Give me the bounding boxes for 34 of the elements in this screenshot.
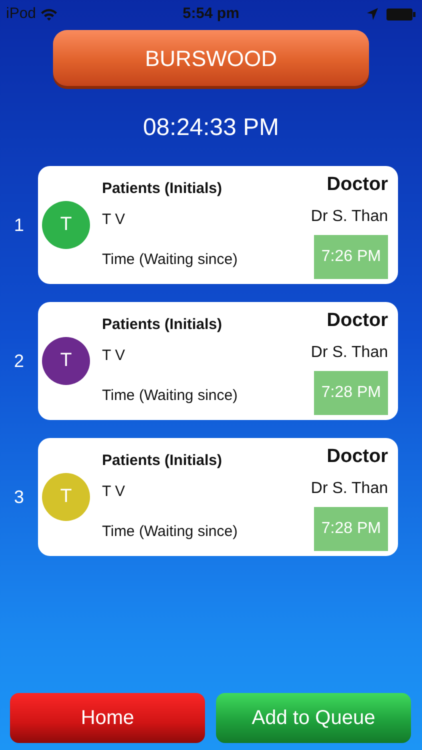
queue-card[interactable]: T Patients (Initials) T V Time (Waiting since) Doctor Dr S. Than 7:26 PM [38,166,398,284]
doctor-name: Dr S. Than [310,207,388,228]
queue-number: 2 [12,350,25,372]
time-label: Time (Waiting since) [102,250,239,270]
doctor-name: Dr S. Than [310,479,388,500]
doctor-label: Doctor [326,444,388,469]
wifi-icon [40,8,58,20]
avatar-circle: T [42,473,90,521]
patient-label: Patients (Initials) [102,179,224,200]
queue-card[interactable]: T Patients (Initials) T V Time (Waiting since) Doctor Dr S. Than 7:28 PM [38,438,398,556]
queue-number: 1 [12,214,25,236]
doctor-label: Doctor [326,172,388,197]
battery-icon [386,8,416,20]
doctor-name: Dr S. Than [310,343,388,364]
avatar-circle: T [42,201,90,249]
patient-label: Patients (Initials) [102,315,224,336]
location-arrow-icon [367,8,378,20]
waiting-time: 7:28 PM [314,507,388,552]
doctor-label: Doctor [326,308,388,333]
patient-initials: T V [102,346,126,366]
home-button[interactable]: Home [10,693,205,743]
queue-number: 3 [12,486,25,508]
clock-text: 08:24:33 PM [142,113,280,143]
carrier-label: iPod [6,4,36,24]
time-label: Time (Waiting since) [102,386,239,406]
waiting-time: 7:28 PM [314,371,388,416]
waiting-time: 7:26 PM [314,235,388,280]
avatar-circle: T [42,337,90,385]
status-time: 5:54 pm [182,4,240,24]
queue-card[interactable]: T Patients (Initials) T V Time (Waiting since) Doctor Dr S. Than 7:28 PM [38,302,398,420]
patient-initials: T V [102,482,126,502]
patient-label: Patients (Initials) [102,451,224,472]
patient-initials: T V [102,210,126,230]
time-label: Time (Waiting since) [102,522,239,542]
